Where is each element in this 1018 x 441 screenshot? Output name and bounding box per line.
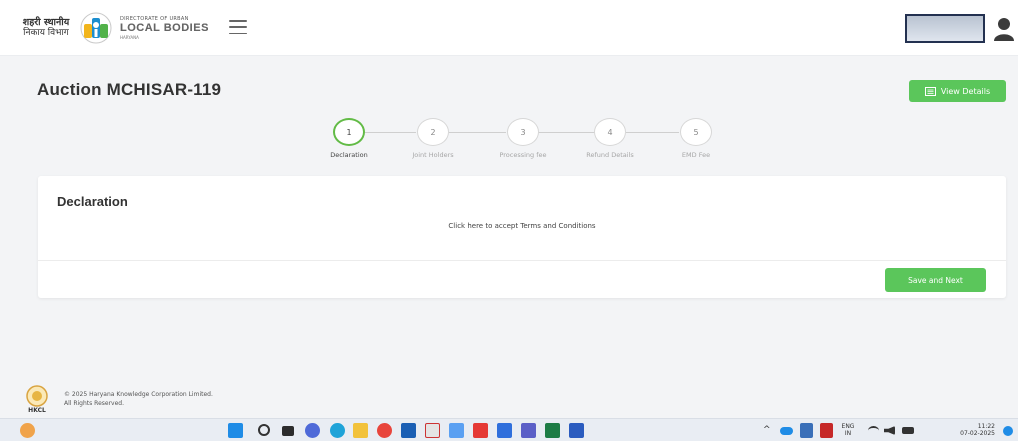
file-explorer-icon[interactable] (353, 423, 368, 438)
declaration-card: Declaration Click here to accept Terms a… (38, 176, 1006, 298)
ulb-emblem-icon (80, 12, 112, 44)
clock-time: 11:22 (977, 423, 995, 430)
logo-text: DIRECTORATE OF URBAN LOCAL BODIES HARYAN… (120, 15, 209, 42)
logo-big-text: LOCAL BODIES (120, 21, 209, 34)
copyright-line1: © 2025 Haryana Knowledge Corporation Lim… (64, 391, 213, 398)
step-label: EMD Fee (681, 151, 711, 159)
card-divider (38, 260, 1006, 261)
step-declaration[interactable]: 1 Declaration (319, 118, 379, 159)
hkcl-logo-icon: HKCL (20, 384, 54, 414)
notification-icon[interactable] (1003, 426, 1013, 436)
edge-icon[interactable] (330, 423, 345, 438)
tray-app-icon[interactable] (800, 423, 813, 438)
user-avatar-icon[interactable] (993, 17, 1015, 41)
wifi-icon[interactable] (868, 426, 879, 435)
start-icon[interactable] (228, 423, 243, 438)
user-name-box[interactable] (905, 14, 985, 43)
word-icon[interactable] (569, 423, 584, 438)
step-number: 5 (680, 118, 712, 146)
step-number: 2 (417, 118, 449, 146)
app-icon[interactable] (449, 423, 464, 438)
language-line1: ENG (841, 423, 855, 430)
card-title: Declaration (57, 194, 128, 209)
step-joint-holders[interactable]: 2 Joint Holders (403, 118, 463, 159)
logo-sub-text: HARYANA (120, 34, 139, 40)
menu-line (229, 32, 247, 34)
logo-hindi-line1: शहरी स्थानीय (22, 17, 70, 28)
volume-icon[interactable] (884, 426, 895, 435)
step-label: Declaration (330, 151, 368, 159)
language-line2: IN (844, 430, 852, 437)
step-number: 3 (507, 118, 539, 146)
page-footer: HKCL © 2025 Haryana Knowledge Corporatio… (20, 384, 213, 414)
step-label: Refund Details (586, 151, 634, 159)
menu-line (229, 26, 247, 28)
weather-icon[interactable] (20, 423, 35, 438)
step-processing-fee[interactable]: 3 Processing fee (488, 118, 558, 159)
copyright-line2: All Rights Reserved. (64, 400, 125, 407)
save-and-next-button[interactable]: Save and Next (885, 268, 986, 292)
view-details-label: View Details (940, 86, 991, 96)
brand-logo[interactable]: शहरी स्थानीय निकाय विभाग DIRECTORATE OF … (20, 10, 209, 46)
excel-icon[interactable] (545, 423, 560, 438)
step-emd-fee[interactable]: 5 EMD Fee (666, 118, 726, 159)
view-details-button[interactable]: View Details (909, 80, 1006, 102)
chevron-up-icon[interactable]: ^ (763, 423, 773, 438)
accept-terms-link[interactable]: Click here to accept Terms and Condition… (38, 222, 1006, 230)
teams-icon[interactable] (521, 423, 536, 438)
os-taskbar: ^ ENG IN 11:22 07-02-2025 (0, 418, 1018, 441)
outlook-icon[interactable] (401, 423, 416, 438)
chat-icon[interactable] (305, 423, 320, 438)
battery-icon[interactable] (902, 427, 914, 434)
store-icon[interactable] (497, 423, 512, 438)
step-label: Joint Holders (412, 151, 454, 159)
tray-security-icon[interactable] (820, 423, 833, 438)
top-header: शहरी स्थानीय निकाय विभाग DIRECTORATE OF … (0, 0, 1018, 56)
clock-date: 07-02-2025 (960, 430, 995, 437)
task-view-icon[interactable] (282, 426, 294, 436)
menu-line (229, 20, 247, 22)
step-refund-details[interactable]: 4 Refund Details (575, 118, 645, 159)
hkcl-logo-text: HKCL (28, 407, 46, 414)
step-number: 1 (333, 118, 365, 146)
logo-hindi-line2: निकाय विभाग (23, 28, 69, 38)
step-number: 4 (594, 118, 626, 146)
copyright-text: © 2025 Haryana Knowledge Corporation Lim… (64, 390, 213, 408)
onedrive-icon[interactable] (780, 427, 793, 435)
chrome-icon[interactable] (377, 423, 392, 438)
logo-hindi-text: शहरी स्थानीय निकाय विभाग (20, 17, 72, 39)
pdf-icon[interactable] (425, 423, 440, 438)
step-label: Processing fee (499, 151, 547, 159)
clock[interactable]: 11:22 07-02-2025 (955, 423, 995, 437)
anydesk-icon[interactable] (473, 423, 488, 438)
page-title: Auction MCHISAR-119 (37, 80, 222, 99)
list-icon (924, 86, 936, 96)
menu-toggle-icon[interactable] (229, 20, 247, 34)
search-icon[interactable] (258, 424, 270, 436)
language-indicator[interactable]: ENG IN (838, 423, 858, 437)
